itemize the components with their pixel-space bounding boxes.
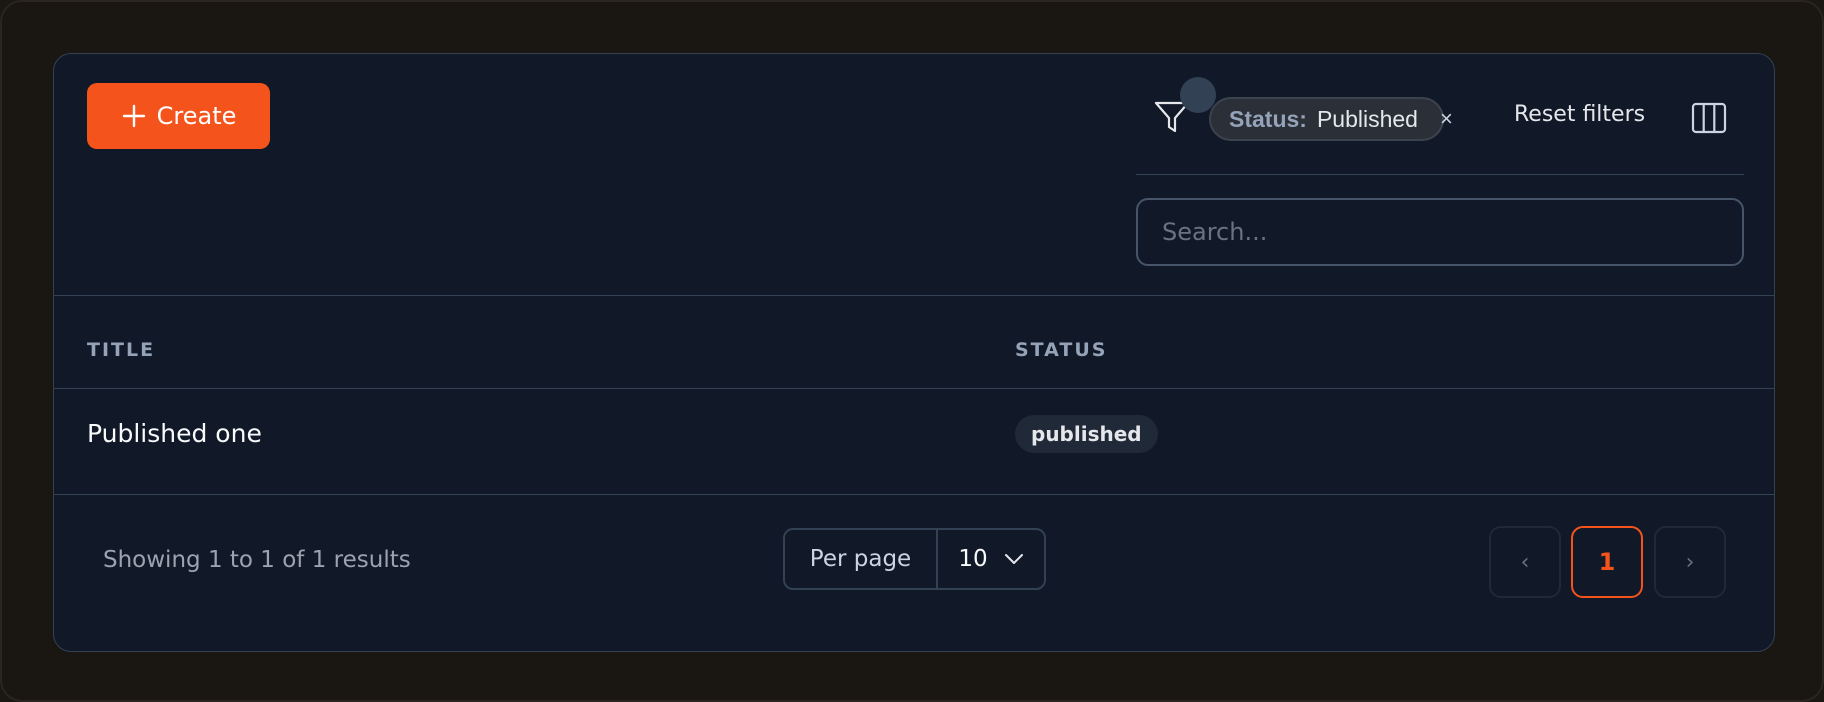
plus-icon [122,104,145,128]
column-header-title[interactable]: TITLE [87,339,155,361]
create-button-label: Create [156,102,237,130]
filter-chip-value: Published [1316,105,1418,132]
previous-page-button[interactable]: ‹ [1489,526,1561,598]
chevron-down-icon [1004,554,1023,564]
page-1-button[interactable]: 1 [1571,526,1643,598]
create-button[interactable]: Create [87,83,270,149]
reset-filters-button[interactable]: Reset filters [1514,102,1645,127]
next-page-button[interactable]: › [1654,526,1726,598]
toolbar-divider [1136,174,1744,175]
columns-icon[interactable] [1691,102,1727,134]
filter-indicator-dot [1180,77,1216,113]
row-title-cell: Published one [87,419,262,448]
status-filter-chip[interactable]: Status: Published × [1209,97,1453,141]
search-input[interactable] [1136,198,1744,266]
results-summary: Showing 1 to 1 of 1 results [103,547,411,573]
close-icon[interactable]: × [1440,106,1453,131]
status-badge: published [1015,415,1158,453]
filter-chip-key: Status: [1229,105,1307,132]
row-bottom-border [54,494,1774,495]
header-top-border [54,295,1774,296]
header-bottom-border [54,388,1774,389]
column-header-status[interactable]: STATUS [1015,339,1107,361]
per-page-label: Per page [785,530,938,588]
resource-list-panel: Create Status: Published × Reset filters… [53,53,1775,652]
per-page-value: 10 [958,546,988,572]
per-page-select[interactable]: 10 [938,530,1044,588]
per-page-control: Per page 10 [783,528,1046,590]
app-frame: Create Status: Published × Reset filters… [0,0,1824,702]
